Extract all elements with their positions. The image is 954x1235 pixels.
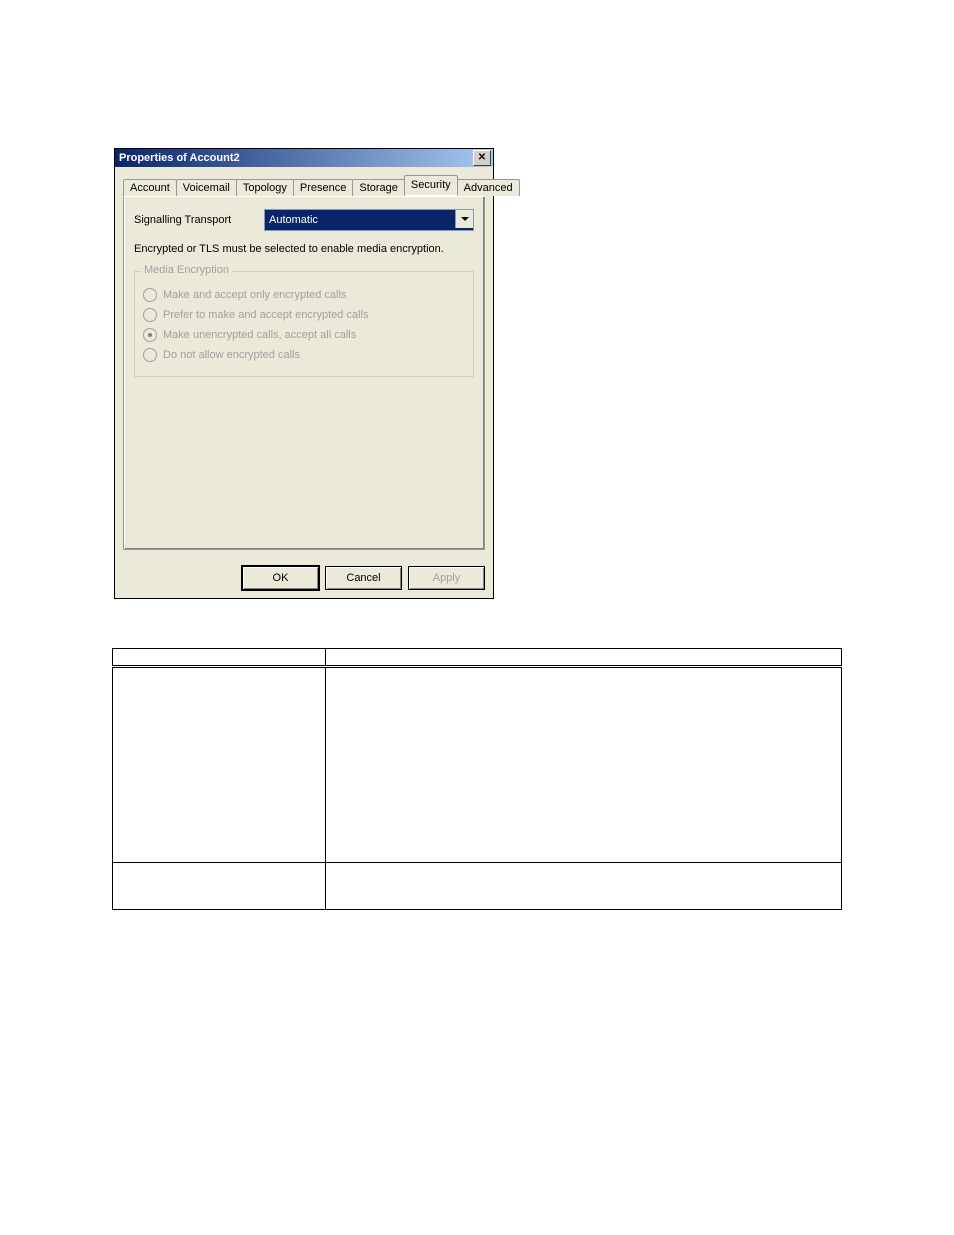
radio-label: Make and accept only encrypted calls	[163, 289, 346, 301]
radio-icon	[143, 328, 157, 342]
table-cell	[326, 667, 842, 863]
doc-table	[112, 648, 842, 910]
table-row	[113, 863, 842, 910]
tab-topology[interactable]: Topology	[236, 179, 294, 196]
radio-label: Do not allow encrypted calls	[163, 349, 300, 361]
tab-row: Account Voicemail Topology Presence Stor…	[123, 175, 485, 196]
radio-label: Prefer to make and accept encrypted call…	[163, 309, 368, 321]
table-cell	[326, 649, 842, 667]
tab-storage[interactable]: Storage	[352, 179, 405, 196]
chevron-down-icon	[461, 217, 469, 221]
table-cell	[326, 863, 842, 910]
radio-only-encrypted[interactable]: Make and accept only encrypted calls	[143, 288, 465, 302]
close-button[interactable]: ✕	[473, 150, 491, 166]
dialog-body: Account Voicemail Topology Presence Stor…	[115, 167, 493, 558]
radio-label: Make unencrypted calls, accept all calls	[163, 329, 356, 341]
encryption-hint: Encrypted or TLS must be selected to ena…	[134, 243, 474, 255]
transport-combobox[interactable]: Automatic	[264, 209, 474, 231]
radio-icon	[143, 308, 157, 322]
table-cell	[113, 667, 326, 863]
radio-icon	[143, 348, 157, 362]
radio-icon	[143, 288, 157, 302]
security-panel: Signalling Transport Automatic Encrypted…	[123, 196, 485, 550]
close-icon: ✕	[478, 153, 486, 163]
radio-unencrypted-accept-all[interactable]: Make unencrypted calls, accept all calls	[143, 328, 465, 342]
table-header-row	[113, 649, 842, 667]
table-row	[113, 667, 842, 863]
combo-dropdown-button[interactable]	[455, 210, 473, 228]
dialog-button-row: OK Cancel Apply	[115, 558, 493, 598]
groupbox-title: Media Encryption	[141, 264, 232, 276]
table-cell	[113, 649, 326, 667]
transport-row: Signalling Transport Automatic	[134, 209, 474, 231]
apply-button[interactable]: Apply	[408, 566, 485, 590]
radio-no-encrypted[interactable]: Do not allow encrypted calls	[143, 348, 465, 362]
transport-label: Signalling Transport	[134, 214, 264, 226]
table-cell	[113, 863, 326, 910]
tab-advanced[interactable]: Advanced	[457, 179, 520, 196]
tab-voicemail[interactable]: Voicemail	[176, 179, 237, 196]
media-encryption-group: Media Encryption Make and accept only en…	[134, 271, 474, 377]
tab-presence[interactable]: Presence	[293, 179, 353, 196]
titlebar[interactable]: Properties of Account2 ✕	[115, 149, 493, 167]
tab-security[interactable]: Security	[404, 175, 458, 195]
window-title: Properties of Account2	[117, 152, 473, 164]
cancel-button[interactable]: Cancel	[325, 566, 402, 590]
tab-account[interactable]: Account	[123, 179, 177, 196]
transport-value: Automatic	[269, 214, 318, 226]
radio-prefer-encrypted[interactable]: Prefer to make and accept encrypted call…	[143, 308, 465, 322]
properties-dialog: Properties of Account2 ✕ Account Voicema…	[114, 148, 494, 599]
ok-button[interactable]: OK	[242, 566, 319, 590]
